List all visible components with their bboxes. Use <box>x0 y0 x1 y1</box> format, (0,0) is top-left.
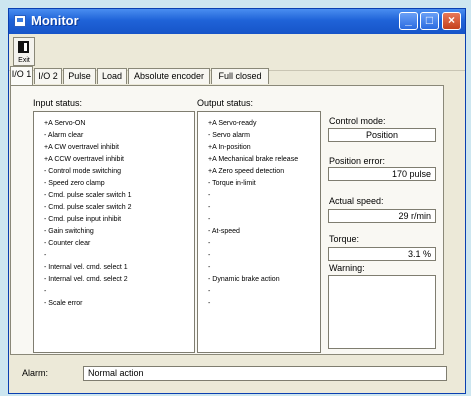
actual-speed-label: Actual speed: <box>329 196 384 206</box>
maximize-icon: □ <box>425 13 434 27</box>
minimize-icon: _ <box>405 13 412 27</box>
list-item: - Cmd. pulse input inhibit <box>44 216 122 223</box>
tab-io1[interactable]: I/O 1 <box>10 66 33 85</box>
input-status-label: Input status: <box>33 98 83 108</box>
list-item: - Alarm clear <box>44 132 84 139</box>
list-item: - At-speed <box>208 228 240 235</box>
torque-value: 3.1 % <box>328 247 436 261</box>
close-icon: × <box>447 13 455 27</box>
list-item: - <box>208 264 211 271</box>
list-item: +A In-position <box>208 144 251 151</box>
input-status-list: +A Servo-ON - Alarm clear +A CW overtrav… <box>33 111 195 353</box>
exit-button[interactable]: Exit <box>13 37 35 66</box>
exit-label: Exit <box>18 57 30 64</box>
warning-field <box>328 275 436 349</box>
list-item: - Gain switching <box>44 228 94 235</box>
list-item: +A Servo-ON <box>44 120 86 127</box>
output-status-list: +A Servo-ready - Servo alarm +A In-posit… <box>197 111 321 353</box>
control-mode-label: Control mode: <box>329 116 386 126</box>
list-item: +A Mechanical brake release <box>208 156 299 163</box>
list-item: - <box>208 204 211 211</box>
tab-pulse[interactable]: Pulse <box>63 68 96 84</box>
list-item: - <box>208 300 211 307</box>
list-item: - <box>208 192 211 199</box>
list-item: - Counter clear <box>44 240 91 247</box>
list-item: +A CCW overtravel inhibit <box>44 156 124 163</box>
list-item: +A Servo-ready <box>208 120 257 127</box>
warning-label: Warning: <box>329 263 365 273</box>
list-item: - Servo alarm <box>208 132 251 139</box>
list-item: - Cmd. pulse scaler switch 1 <box>44 192 132 199</box>
window-title: Monitor <box>31 13 79 28</box>
torque-label: Torque: <box>329 234 360 244</box>
toolbar: Exit <box>9 34 465 71</box>
tab-absolute-encoder[interactable]: Absolute encoder <box>128 68 210 84</box>
list-item: - <box>44 252 47 259</box>
list-item: - Dynamic brake action <box>208 276 280 283</box>
list-item: - Scale error <box>44 300 83 307</box>
actual-speed-value: 29 r/min <box>328 209 436 223</box>
maximize-button[interactable]: □ <box>420 12 439 30</box>
output-status-label: Output status: <box>197 98 254 108</box>
list-item: - Internal vel. cmd. select 1 <box>44 264 128 271</box>
tab-io2[interactable]: I/O 2 <box>34 68 62 84</box>
close-button[interactable]: × <box>442 12 461 30</box>
list-item: - <box>208 252 211 259</box>
io1-panel: Input status: +A Servo-ON - Alarm clear … <box>10 85 444 355</box>
alarm-label: Alarm: <box>22 368 49 378</box>
title-bar[interactable]: Monitor _ □ × <box>9 9 465 34</box>
position-error-label: Position error: <box>329 156 386 166</box>
app-window-icon <box>14 15 26 27</box>
position-error-value: 170 pulse <box>328 167 436 181</box>
alarm-field: Normal action <box>83 366 447 381</box>
list-item: - Cmd. pulse scaler switch 2 <box>44 204 132 211</box>
list-item: - Control mode switching <box>44 168 122 175</box>
list-item: - <box>208 288 211 295</box>
tab-full-closed[interactable]: Full closed <box>211 68 269 84</box>
minimize-button[interactable]: _ <box>399 12 418 30</box>
list-item: - <box>208 216 211 223</box>
list-item: +A CW overtravel inhibit <box>44 144 119 151</box>
list-item: - <box>208 240 211 247</box>
exit-door-icon <box>18 41 29 53</box>
list-item: +A Zero speed detection <box>208 168 285 175</box>
list-item: - Internal vel. cmd. select 2 <box>44 276 128 283</box>
control-mode-value: Position <box>328 128 436 142</box>
list-item: - <box>44 288 47 295</box>
list-item: - Torque in-limit <box>208 180 256 187</box>
list-item: - Speed zero clamp <box>44 180 105 187</box>
tab-load[interactable]: Load <box>97 68 127 84</box>
